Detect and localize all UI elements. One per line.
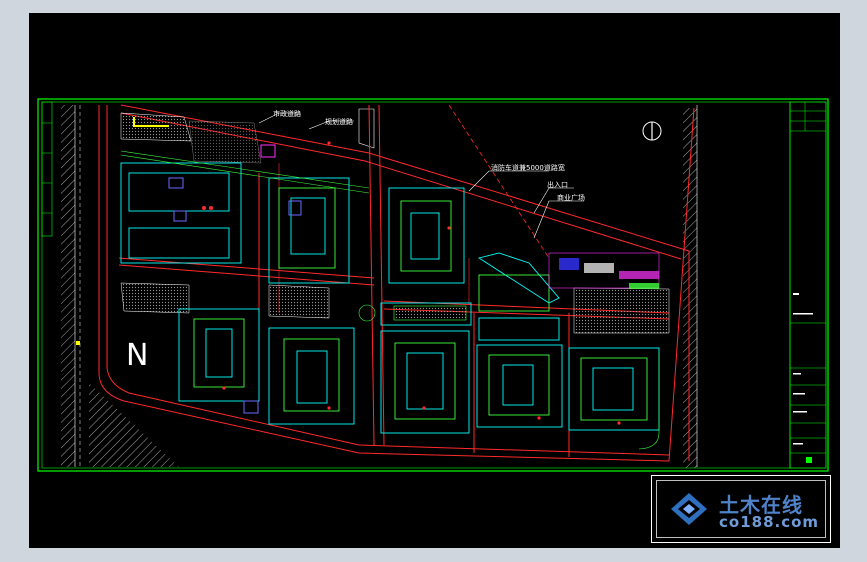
north-label: N: [126, 338, 149, 373]
watermark-inner: 土木在线 co188.com: [656, 480, 826, 538]
watermark-box: 土木在线 co188.com: [651, 475, 831, 543]
hatch-corner-sw: [89, 383, 179, 467]
left-strip: [41, 101, 53, 237]
annotation-fire-lane: 消防车道兼5000道路宽: [491, 164, 565, 172]
annotation-road-b: 规划道路: [325, 118, 353, 126]
compass-icon: [642, 121, 662, 141]
hatch-strip-left: [61, 105, 75, 467]
leader-lines: [258, 112, 584, 239]
watermark-logo-icon: [671, 493, 707, 525]
annotation-road-a: 市政道路: [273, 110, 301, 118]
annotation-plaza: 商业广场: [557, 194, 585, 202]
title-block: [789, 101, 827, 469]
commercial-cluster: [559, 258, 659, 289]
hatch-north: [358, 108, 375, 149]
paved-areas: [120, 112, 670, 334]
watermark-domain: co188.com: [719, 513, 820, 531]
annotation-entrance: 出入口: [547, 181, 568, 189]
site-plan-drawing: [37, 98, 829, 472]
cad-viewport[interactable]: 市政道路 规划道路 消防车道兼5000道路宽 出入口 商业广场 N 土木在线 c…: [29, 13, 840, 548]
highlight-marks: [168, 144, 660, 414]
